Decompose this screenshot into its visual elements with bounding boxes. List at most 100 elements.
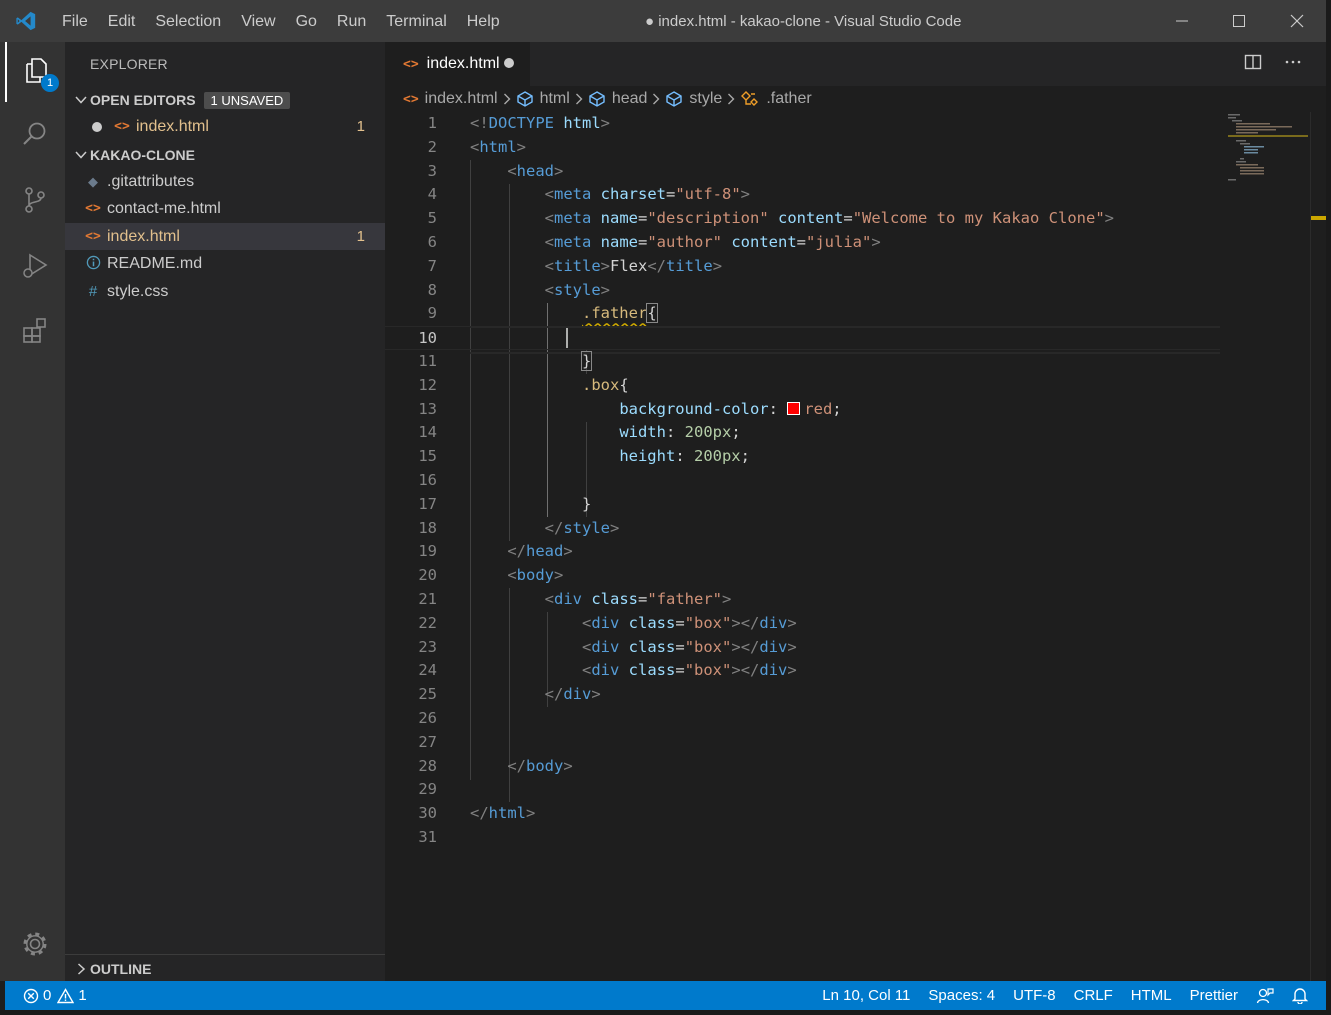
bell-icon bbox=[1292, 987, 1308, 1004]
vertical-scrollbar[interactable] bbox=[1310, 112, 1327, 981]
breadcrumb-item-father[interactable]: .father bbox=[740, 90, 812, 108]
split-editor-icon bbox=[1244, 53, 1262, 76]
line-number: 31 bbox=[418, 828, 437, 846]
line-number: 24 bbox=[418, 661, 437, 680]
explorer-activity-button[interactable]: 1 bbox=[5, 42, 65, 102]
line-number: 28 bbox=[418, 756, 437, 775]
run-debug-icon bbox=[20, 251, 50, 286]
breadcrumb-item-head[interactable]: head bbox=[588, 90, 647, 108]
code-line: 8 <style> bbox=[385, 279, 1220, 303]
code-line: 12 .box{ bbox=[385, 374, 1220, 398]
encoding-setting[interactable]: UTF-8 bbox=[1004, 981, 1065, 1010]
error-icon bbox=[23, 988, 39, 1004]
chevron-right-icon bbox=[652, 93, 660, 105]
manage-activity-button[interactable] bbox=[5, 916, 65, 976]
breadcrumb-label: html bbox=[539, 90, 570, 107]
unsaved-dot-icon[interactable] bbox=[504, 58, 514, 68]
close-window-button[interactable] bbox=[1268, 0, 1326, 42]
code-line: 31 bbox=[385, 826, 1220, 850]
language-mode[interactable]: HTML bbox=[1122, 981, 1181, 1010]
source-control-activity-button[interactable] bbox=[5, 172, 65, 232]
breadcrumb-item-file[interactable]: <> index.html bbox=[403, 90, 498, 108]
feedback-button[interactable] bbox=[1247, 981, 1283, 1010]
code-line-current: 10 bbox=[385, 326, 1220, 354]
search-activity-button[interactable] bbox=[5, 106, 65, 166]
breadcrumb-item-html[interactable]: html bbox=[516, 90, 570, 108]
tab-label: index.html bbox=[426, 55, 500, 72]
info-file-icon bbox=[84, 255, 102, 273]
eol-setting[interactable]: CRLF bbox=[1065, 981, 1122, 1010]
run-debug-activity-button[interactable] bbox=[5, 238, 65, 298]
minimap[interactable] bbox=[1220, 112, 1310, 981]
text-cursor bbox=[566, 328, 568, 348]
menu-help[interactable]: Help bbox=[457, 0, 510, 42]
warning-icon bbox=[57, 987, 75, 1004]
code-line: 14 width: 200px; bbox=[385, 421, 1220, 445]
menu-file[interactable]: File bbox=[52, 0, 98, 42]
tab-bar: <> index.html bbox=[385, 42, 1326, 86]
line-number: 9 bbox=[427, 304, 437, 323]
maximize-button[interactable] bbox=[1210, 0, 1268, 42]
code-line: 16 bbox=[385, 469, 1220, 493]
cursor-position[interactable]: Ln 10, Col 11 bbox=[813, 981, 919, 1010]
line-number: 5 bbox=[427, 209, 437, 228]
line-number: 30 bbox=[418, 804, 437, 823]
gear-icon bbox=[20, 929, 50, 964]
html-file-icon: <> bbox=[114, 119, 130, 134]
breadcrumb-label: .father bbox=[766, 90, 812, 107]
line-number: 20 bbox=[418, 566, 437, 585]
outline-header[interactable]: OUTLINE bbox=[65, 954, 385, 982]
extensions-activity-button[interactable] bbox=[5, 302, 65, 362]
line-number: 3 bbox=[427, 161, 437, 180]
vscode-logo-icon bbox=[0, 0, 52, 42]
breadcrumb-item-style[interactable]: style bbox=[665, 90, 722, 108]
file-style-css[interactable]: # style.css bbox=[65, 278, 385, 305]
kakao-clone-folder-header[interactable]: KAKAO-CLONE bbox=[65, 141, 385, 169]
menu-view[interactable]: View bbox=[231, 0, 285, 42]
problem-count: 1 bbox=[356, 228, 365, 245]
css-file-icon: # bbox=[88, 283, 98, 300]
code-line: 18 </style> bbox=[385, 517, 1220, 541]
notifications-button[interactable] bbox=[1283, 981, 1326, 1010]
source-control-icon bbox=[20, 185, 50, 220]
file-readme-md[interactable]: README.md bbox=[65, 250, 385, 277]
error-count: 0 bbox=[43, 987, 52, 1004]
code-line: 9 .father{ bbox=[385, 302, 1220, 326]
color-swatch[interactable] bbox=[787, 401, 801, 415]
line-number: 16 bbox=[418, 471, 437, 489]
outline-label: OUTLINE bbox=[90, 960, 152, 977]
minimize-button[interactable] bbox=[1153, 0, 1211, 42]
file-name: index.html bbox=[107, 227, 180, 245]
file-contact-me-html[interactable]: <> contact-me.html bbox=[65, 195, 385, 222]
file-gitattributes[interactable]: ◆ .gitattributes bbox=[65, 168, 385, 195]
split-editor-button[interactable] bbox=[1241, 52, 1265, 76]
warning-scroll-marker bbox=[1311, 216, 1327, 220]
html-file-icon: <> bbox=[85, 229, 101, 244]
window-title: ● index.html - kakao-clone - Visual Stud… bbox=[645, 13, 962, 30]
code-line: 21 <div class="father"> bbox=[385, 588, 1220, 612]
file-name: .gitattributes bbox=[107, 172, 195, 190]
open-editors-header[interactable]: OPEN EDITORS 1 UNSAVED bbox=[65, 86, 385, 114]
file-index-html[interactable]: <> index.html 1 bbox=[65, 223, 385, 250]
formatter-status[interactable]: Prettier bbox=[1181, 981, 1247, 1010]
window-frame bbox=[0, 1010, 1331, 1015]
menu-terminal[interactable]: Terminal bbox=[376, 0, 456, 42]
code-line: 22 <div class="box"></div> bbox=[385, 612, 1220, 636]
open-editor-index-html[interactable]: <> index.html 1 bbox=[65, 113, 385, 140]
line-number: 27 bbox=[418, 732, 437, 751]
code-line: 1 <!DOCTYPE html> bbox=[385, 112, 1220, 136]
code-line: 26 bbox=[385, 707, 1220, 731]
indentation-setting[interactable]: Spaces: 4 bbox=[919, 981, 1004, 1010]
menu-edit[interactable]: Edit bbox=[98, 0, 146, 42]
line-number: 10 bbox=[418, 329, 437, 348]
tab-index-html[interactable]: <> index.html bbox=[385, 42, 530, 86]
menu-selection[interactable]: Selection bbox=[145, 0, 231, 42]
code-line: 11 } bbox=[385, 350, 1220, 374]
more-actions-button[interactable] bbox=[1281, 52, 1305, 76]
menu-run[interactable]: Run bbox=[327, 0, 376, 42]
chevron-right-icon bbox=[727, 93, 735, 105]
problems-indicator[interactable]: 0 1 bbox=[5, 981, 96, 1010]
symbol-element-icon bbox=[516, 91, 534, 107]
code-line: 29 bbox=[385, 778, 1220, 802]
menu-go[interactable]: Go bbox=[286, 0, 327, 42]
